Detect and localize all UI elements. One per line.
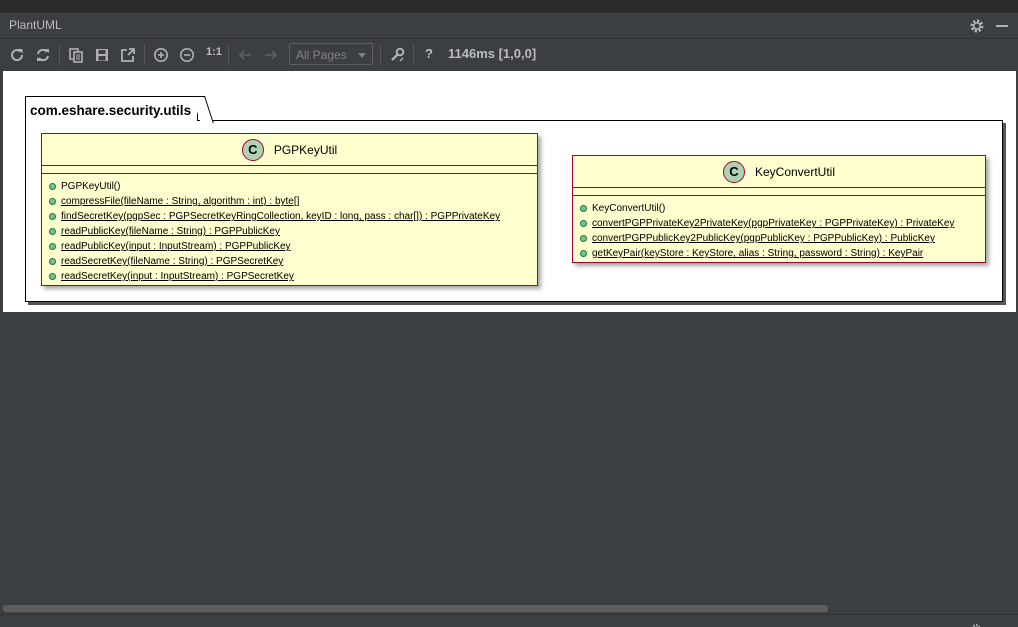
actual-size-button[interactable]: 1:1 (206, 46, 222, 58)
package-name: com.eshare.security.utils (30, 103, 192, 118)
method-item: KeyConvertUtil() (579, 201, 979, 216)
method-item: findSecretKey(pgpSec : PGPSecretKeyRingC… (48, 209, 531, 224)
method-item: PGPKeyUtil() (48, 179, 531, 194)
class-box-pgpkeyutil: C PGPKeyUtil PGPKeyUtil() compressFile(f… (41, 133, 538, 286)
public-method-icon (49, 228, 56, 235)
public-method-icon (580, 250, 587, 257)
public-method-icon (49, 213, 56, 220)
export-icon[interactable] (118, 45, 138, 65)
toolbar-separator (59, 45, 60, 65)
package-tab: com.eshare.security.utils (25, 96, 199, 121)
class-box-keyconvertutil: C KeyConvertUtil KeyConvertUtil() conver… (572, 155, 986, 263)
tool-window-title: PlantUML (9, 18, 62, 32)
page-select-value: All Pages (296, 48, 347, 62)
class-methods: KeyConvertUtil() convertPGPPrivateKey2Pr… (573, 196, 985, 264)
tool-window-titlebar: PlantUML (0, 13, 1018, 39)
next-page-icon[interactable] (261, 45, 281, 65)
public-method-icon (49, 273, 56, 280)
class-badge-icon: C (241, 138, 264, 161)
help-button[interactable]: ? (425, 46, 433, 61)
public-method-icon (49, 243, 56, 250)
method-item: readSecretKey(input : InputStream) : PGP… (48, 269, 531, 284)
public-method-icon (49, 183, 56, 190)
gear-icon[interactable] (970, 620, 982, 627)
toolbar-separator (413, 45, 414, 65)
render-timing: 1146ms [1,0,0] (448, 46, 537, 61)
method-item: readSecretKey(fileName : String) : PGPSe… (48, 254, 531, 269)
toolbar-separator (228, 45, 229, 65)
horizontal-scrollbar-thumb[interactable] (3, 605, 828, 612)
previous-page-icon[interactable] (235, 45, 255, 65)
public-method-icon (580, 220, 587, 227)
public-method-icon (49, 198, 56, 205)
refresh-icon[interactable] (7, 45, 27, 65)
minimize-icon[interactable] (994, 18, 1010, 34)
class-fields (42, 166, 537, 174)
class-name: KeyConvertUtil (754, 164, 836, 179)
toolbar-separator (380, 45, 381, 65)
class-methods: PGPKeyUtil() compressFile(fileName : Str… (42, 174, 537, 287)
page-select[interactable]: All Pages (289, 43, 373, 65)
class-header: C PGPKeyUtil (42, 134, 537, 166)
ide-top-strip (0, 0, 1018, 13)
class-header: C KeyConvertUtil (573, 156, 985, 188)
class-name: PGPKeyUtil (273, 142, 338, 157)
method-item: compressFile(fileName : String, algorith… (48, 194, 531, 209)
method-item: readPublicKey(input : InputStream) : PGP… (48, 239, 531, 254)
settings-wrench-icon[interactable] (387, 45, 407, 65)
zoom-in-icon[interactable] (151, 45, 171, 65)
public-method-icon (49, 258, 56, 265)
zoom-out-icon[interactable] (177, 45, 197, 65)
gear-icon[interactable] (969, 18, 985, 34)
toolbar-separator (144, 45, 145, 65)
method-item: convertPGPPublicKey2PublicKey(pgpPublicK… (579, 231, 979, 246)
sync-icon[interactable] (33, 45, 53, 65)
chevron-down-icon (358, 53, 366, 58)
class-badge-icon: C (722, 160, 745, 183)
save-icon[interactable] (92, 45, 112, 65)
method-item: getKeyPair(keyStore : KeyStore, alias : … (579, 246, 979, 261)
class-fields (573, 188, 985, 196)
public-method-icon (580, 205, 587, 212)
ide-bottom-strip (0, 614, 1018, 627)
method-item: convertPGPPrivateKey2PrivateKey(pgpPriva… (579, 216, 979, 231)
copy-icon[interactable] (66, 45, 86, 65)
public-method-icon (580, 235, 587, 242)
method-item: readPublicKey(fileName : String) : PGPPu… (48, 224, 531, 239)
